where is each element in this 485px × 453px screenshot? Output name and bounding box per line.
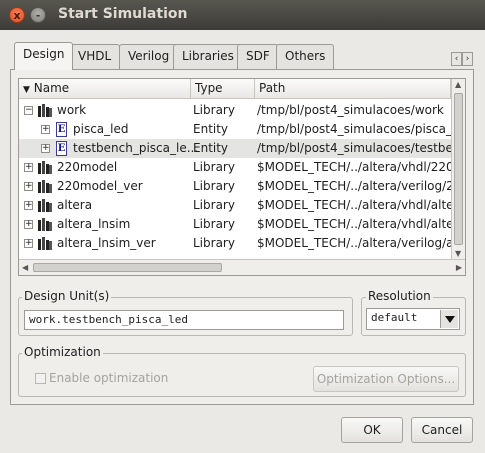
horizontal-scroll-thumb[interactable] — [33, 263, 222, 272]
row-path: $MODEL_TECH/../altera/vhdl/220m — [257, 160, 451, 174]
design-units-input[interactable]: work.testbench_pisca_led — [24, 310, 344, 330]
enable-optimization-checkbox[interactable] — [35, 373, 46, 384]
table-row[interactable]: + altera_lnsim Library $MODEL_TECH/../al… — [19, 215, 451, 234]
scroll-right-icon[interactable]: ▶ — [456, 263, 462, 272]
optimization-label: Optimization — [22, 345, 103, 359]
row-type: Library — [193, 179, 235, 193]
tab-sdf[interactable]: SDF — [237, 44, 279, 69]
close-window-button[interactable]: x — [9, 7, 25, 23]
tab-design[interactable]: Design — [14, 42, 74, 70]
expand-icon[interactable]: + — [41, 125, 50, 134]
design-units-label: Design Unit(s) — [22, 289, 112, 303]
ok-button[interactable]: OK — [341, 417, 403, 443]
row-path: $MODEL_TECH/../altera/verilog/22 — [257, 179, 451, 193]
library-icon — [38, 237, 52, 250]
design-tree-table[interactable]: ▼ Name Type Path − work Library /tmp/bl/… — [18, 78, 466, 276]
library-icon — [38, 104, 52, 117]
scroll-up-icon[interactable]: ▲ — [455, 80, 461, 89]
row-type: Entity — [193, 141, 229, 155]
expand-icon[interactable]: + — [24, 201, 33, 210]
row-type: Library — [193, 236, 235, 250]
chevron-down-icon[interactable] — [440, 310, 458, 328]
row-type: Library — [193, 217, 235, 231]
library-icon — [38, 199, 52, 212]
table-row-selected[interactable]: + E testbench_pisca_le... Entity /tmp/bl… — [19, 139, 451, 158]
table-row[interactable]: + altera Library $MODEL_TECH/../altera/v… — [19, 196, 451, 215]
tab-libraries[interactable]: Libraries — [173, 44, 243, 69]
row-path: /tmp/bl/post4_simulacoes/pisca_led — [257, 122, 451, 136]
tab-scroll-right-button[interactable]: › — [462, 52, 473, 66]
tab-scroll-left-button[interactable]: ‹ — [451, 52, 462, 66]
row-name: altera — [57, 198, 93, 212]
row-name: pisca_led — [73, 122, 129, 136]
table-row[interactable]: + E pisca_led Entity /tmp/bl/post4_simul… — [19, 120, 451, 139]
expand-icon[interactable]: + — [24, 239, 33, 248]
row-name: 220model_ver — [57, 179, 143, 193]
table-row[interactable]: + 220model_ver Library $MODEL_TECH/../al… — [19, 177, 451, 196]
expand-icon[interactable]: + — [24, 220, 33, 229]
scroll-down-icon[interactable]: ▼ — [455, 249, 461, 258]
entity-icon: E — [56, 141, 67, 156]
row-path: $MODEL_TECH/../altera/verilog/alt — [257, 236, 451, 250]
resolution-label: Resolution — [366, 289, 433, 303]
vertical-scrollbar[interactable]: ▲ ▼ — [451, 79, 465, 259]
expand-icon[interactable]: + — [24, 182, 33, 191]
expand-icon[interactable]: + — [41, 144, 50, 153]
tab-verilog[interactable]: Verilog — [119, 44, 179, 69]
row-name: 220model — [57, 160, 118, 174]
row-path: $MODEL_TECH/../altera/vhdl/altera — [257, 217, 451, 231]
horizontal-scrollbar[interactable]: ◀ ▶ — [19, 259, 465, 275]
row-path: /tmp/bl/post4_simulacoes/testbench — [257, 141, 451, 155]
resolution-select[interactable]: default — [366, 308, 460, 330]
row-name: testbench_pisca_le... — [73, 141, 199, 155]
row-type: Library — [193, 103, 235, 117]
library-icon — [38, 180, 52, 193]
library-icon — [38, 218, 52, 231]
row-name: work — [57, 103, 87, 117]
column-header-name[interactable]: ▼ Name — [19, 79, 191, 99]
table-row[interactable]: + altera_lnsim_ver Library $MODEL_TECH/.… — [19, 234, 451, 253]
optimization-options-button[interactable]: Optimization Options... — [313, 366, 459, 392]
cancel-button[interactable]: Cancel — [411, 417, 473, 443]
column-header-path[interactable]: Path — [255, 79, 451, 99]
row-type: Library — [193, 160, 235, 174]
sort-down-icon: ▼ — [23, 85, 30, 95]
resolution-value: default — [371, 311, 418, 324]
vertical-scroll-thumb[interactable] — [454, 93, 463, 245]
row-type: Entity — [193, 122, 229, 136]
tab-vhdl[interactable]: VHDL — [69, 44, 121, 69]
expand-icon[interactable]: + — [24, 163, 33, 172]
collapse-icon[interactable]: − — [24, 106, 33, 115]
scroll-left-icon[interactable]: ◀ — [22, 263, 28, 272]
tab-others[interactable]: Others — [276, 44, 335, 69]
window-title: Start Simulation — [58, 6, 188, 22]
row-type: Library — [193, 198, 235, 212]
table-row[interactable]: − work Library /tmp/bl/post4_simulacoes/… — [19, 101, 451, 120]
library-icon — [38, 161, 52, 174]
minimize-window-button[interactable]: - — [30, 7, 46, 23]
row-name: altera_lnsim_ver — [57, 236, 156, 250]
column-header-type[interactable]: Type — [191, 79, 255, 99]
row-name: altera_lnsim — [57, 217, 131, 231]
table-row[interactable]: + 220model Library $MODEL_TECH/../altera… — [19, 158, 451, 177]
row-path: $MODEL_TECH/../altera/vhdl/altera — [257, 198, 451, 212]
row-path: /tmp/bl/post4_simulacoes/work — [257, 103, 444, 117]
entity-icon: E — [56, 122, 67, 137]
title-bar: x - Start Simulation — [0, 0, 485, 30]
enable-optimization-label: Enable optimization — [49, 371, 169, 385]
